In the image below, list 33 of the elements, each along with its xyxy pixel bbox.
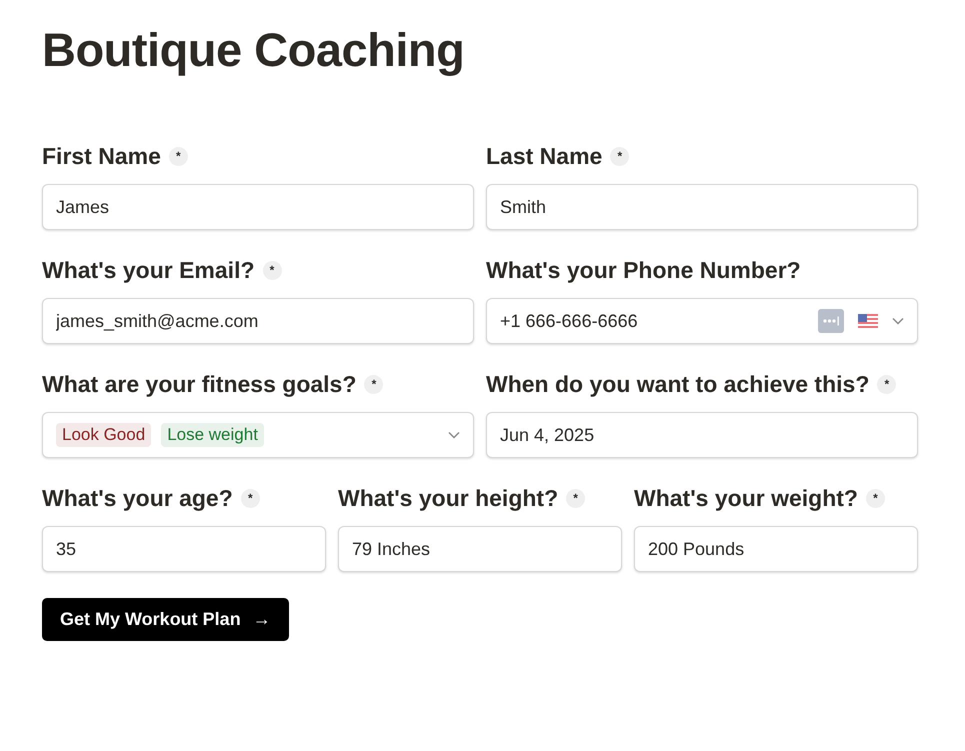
field-label: What's your age?: [42, 484, 233, 512]
chevron-down-icon[interactable]: [448, 431, 460, 439]
input-field[interactable]: Jun 4, 2025: [486, 412, 918, 458]
required-mark: *: [262, 260, 282, 280]
required-mark: *: [168, 146, 188, 166]
field-label: What's your Email?: [42, 256, 255, 284]
required-mark: *: [877, 374, 896, 394]
required-mark: *: [566, 488, 586, 508]
flag-icon[interactable]: [858, 314, 878, 328]
field-label: What's your Phone Number?: [486, 256, 801, 284]
field-label: What are your fitness goals?: [42, 370, 356, 398]
field-label: What's your height?: [338, 484, 558, 512]
field-label: What's your weight?: [634, 484, 858, 512]
field-label: When do you want to achieve this?: [486, 370, 870, 398]
required-mark: *: [364, 374, 384, 394]
required-mark: *: [240, 488, 260, 508]
input-field[interactable]: Smith: [486, 184, 918, 230]
input-field[interactable]: James: [42, 184, 474, 230]
required-mark: *: [866, 488, 885, 508]
submit-button[interactable]: Get My Workout Plan →: [42, 598, 289, 641]
tag: Look Good: [56, 423, 152, 447]
tag: Lose weight: [161, 423, 264, 447]
chevron-down-icon[interactable]: [892, 317, 904, 325]
multi-select-field[interactable]: Look Good Lose weight: [42, 412, 474, 458]
input-field[interactable]: 79 Inches: [338, 526, 622, 572]
phone-field[interactable]: +1 666-666-6666: [486, 298, 918, 344]
password-manager-icon[interactable]: [818, 309, 844, 333]
required-mark: *: [610, 146, 630, 166]
page-title: Boutique Coaching: [42, 22, 466, 78]
input-field[interactable]: 35: [42, 526, 326, 572]
input-field[interactable]: 200 Pounds: [634, 526, 918, 572]
field-label: Last Name: [486, 142, 602, 170]
field-label: First Name: [42, 142, 161, 170]
